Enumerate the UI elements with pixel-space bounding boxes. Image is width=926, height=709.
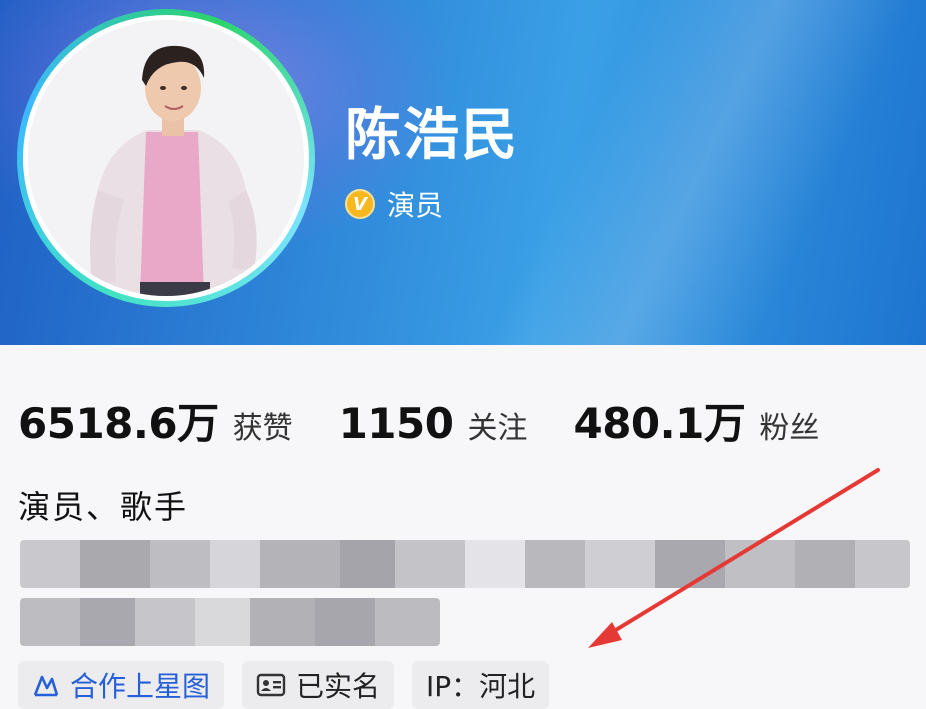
red-annotation-arrow-icon xyxy=(588,468,880,648)
